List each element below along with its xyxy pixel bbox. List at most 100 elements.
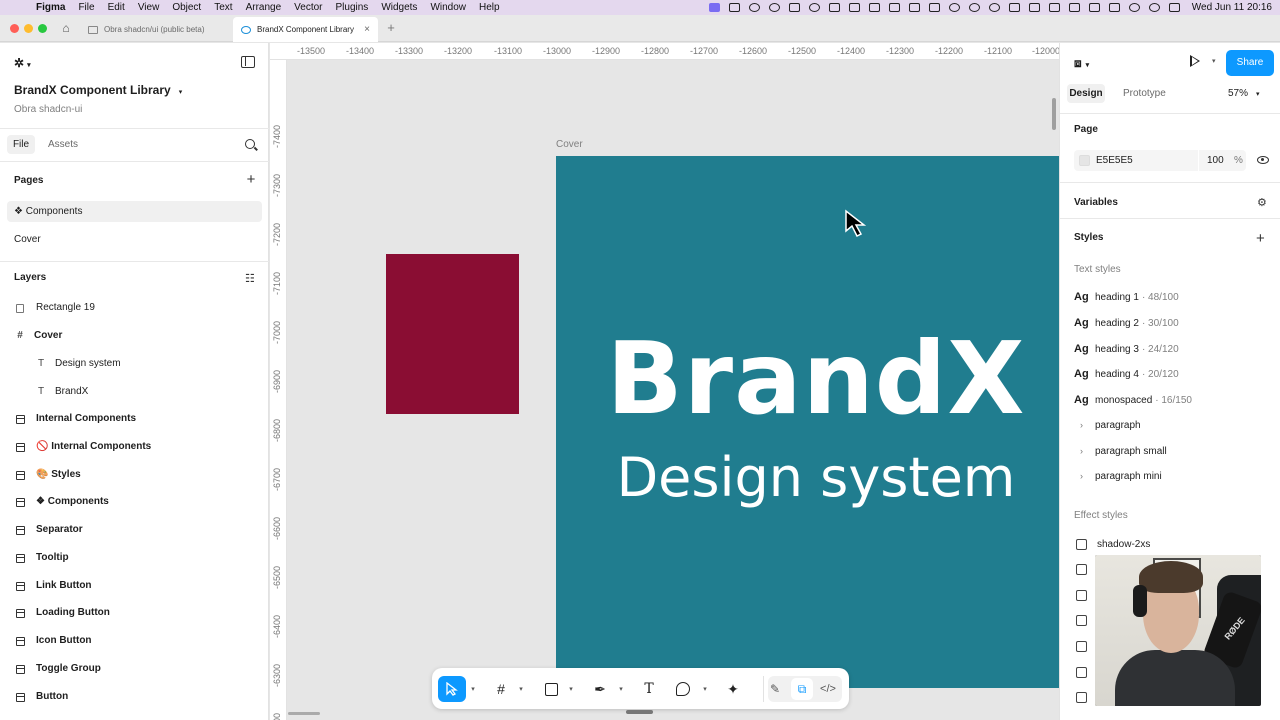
drive-icon[interactable] [828, 3, 840, 12]
zoom-dropdown[interactable]: 57% ▾ [1228, 88, 1260, 99]
shape-tool-button[interactable] [540, 676, 562, 702]
weather-icon[interactable] [948, 3, 960, 12]
pen-tool-button[interactable]: ✒ [589, 676, 611, 702]
layer-cover[interactable]: # Cover [14, 326, 62, 346]
page-color-hex-input[interactable] [1096, 150, 1196, 171]
tab-file[interactable]: File [7, 135, 35, 154]
menu-plugins[interactable]: Plugins [336, 2, 369, 13]
style-group-paragraph-mini[interactable]: › paragraph mini [1080, 467, 1162, 485]
frame-label-cover[interactable]: Cover [556, 139, 583, 150]
figma-status-icon[interactable] [728, 3, 740, 12]
move-tool-button[interactable] [438, 676, 466, 702]
frame-tool-button[interactable]: # [490, 676, 512, 702]
shape-tool-menu[interactable]: ▾ [566, 676, 576, 702]
screen-record-icon[interactable] [708, 3, 720, 12]
home-icon[interactable]: ⌂ [58, 20, 74, 36]
control-icon[interactable] [1008, 3, 1020, 12]
layer-internal-components-hidden[interactable]: 🚫 Internal Components [14, 437, 151, 457]
minimize-window-button[interactable] [24, 24, 33, 33]
effect-style-icon[interactable] [1076, 641, 1087, 652]
tab-brandx-library[interactable]: BrandX Component Library × [233, 17, 378, 42]
main-menu-button[interactable]: ✲ ▾ [14, 56, 31, 70]
search-icon[interactable] [245, 139, 255, 149]
design-canvas[interactable]: -13500 -13400 -13300 -13200 -13100 -1300… [270, 43, 1059, 720]
layer-toggle-group[interactable]: Toggle Group [14, 659, 101, 679]
new-tab-button[interactable]: + [384, 21, 398, 35]
control-center-icon[interactable] [1168, 3, 1180, 12]
page-opacity-value[interactable]: 100 [1207, 155, 1224, 166]
dev-mode-button[interactable]: </> [817, 676, 839, 702]
menu-arrange[interactable]: Arrange [246, 2, 282, 13]
audio-icon[interactable] [928, 3, 940, 12]
rectangle-19-shape[interactable] [386, 254, 519, 414]
brandx-title-text[interactable]: BrandX [556, 324, 1059, 434]
style-group-paragraph-small[interactable]: › paragraph small [1080, 442, 1167, 460]
effect-style-icon[interactable] [1076, 615, 1087, 626]
play-status-icon[interactable] [988, 3, 1000, 12]
add-style-icon[interactable]: + [1256, 230, 1265, 247]
menu-help[interactable]: Help [479, 2, 500, 13]
spotlight-search-icon[interactable] [1148, 3, 1160, 12]
text-style-heading-3[interactable]: Ag heading 3 · 24/120 [1074, 340, 1179, 358]
crop-icon[interactable] [1028, 3, 1040, 12]
layer-internal-components[interactable]: Internal Components [14, 409, 136, 429]
effect-style-shadow-2xs[interactable]: shadow-2xs [1076, 535, 1150, 553]
team-name[interactable]: Obra shadcn-ui [14, 104, 82, 115]
menu-edit[interactable]: Edit [108, 2, 125, 13]
tab-obra-shadcn[interactable]: Obra shadcn/ui (public beta) [80, 17, 232, 42]
effect-style-icon[interactable] [1076, 564, 1087, 575]
menu-text[interactable]: Text [214, 2, 232, 13]
wifi-icon[interactable] [1128, 3, 1140, 12]
display-icon[interactable] [888, 3, 900, 12]
comment-tool-menu[interactable]: ▾ [700, 676, 710, 702]
layer-tooltip[interactable]: Tooltip [14, 548, 69, 568]
layer-rectangle-19[interactable]: Rectangle 19 [14, 298, 95, 318]
share-button[interactable]: Share [1226, 50, 1274, 76]
eye-icon[interactable] [1257, 156, 1269, 164]
frame-tool-menu[interactable]: ▾ [516, 676, 526, 702]
text-style-heading-1[interactable]: Ag heading 1 · 48/100 [1074, 288, 1179, 306]
cloud-app-icon[interactable] [968, 3, 980, 12]
page-item-components[interactable]: ❖ Components [7, 201, 262, 222]
page-item-cover[interactable]: Cover [7, 229, 262, 250]
tab-design[interactable]: Design [1067, 84, 1105, 103]
sidebar-toggle-icon[interactable] [241, 56, 255, 68]
camera-icon[interactable] [868, 3, 880, 12]
text-tool-button[interactable]: T [638, 676, 660, 702]
bluetooth-icon[interactable] [1088, 3, 1100, 12]
app-menu[interactable]: Figma [36, 2, 65, 13]
ai-tool-button[interactable]: ✦ [722, 676, 744, 702]
menu-widgets[interactable]: Widgets [381, 2, 417, 13]
effect-style-icon[interactable] [1076, 667, 1087, 678]
text-style-monospaced[interactable]: Ag monospaced · 16/150 [1074, 391, 1192, 409]
menu-vector[interactable]: Vector [294, 2, 322, 13]
stripe-icon[interactable] [788, 3, 800, 12]
keyboard-icon[interactable] [1108, 3, 1120, 12]
text-style-heading-2[interactable]: Ag heading 2 · 30/100 [1074, 314, 1179, 332]
close-window-button[interactable] [10, 24, 19, 33]
page-color-swatch[interactable] [1079, 155, 1090, 166]
comment-tool-button[interactable] [672, 676, 694, 702]
layer-brandx[interactable]: T BrandX [35, 382, 88, 402]
effect-style-icon[interactable] [1076, 590, 1087, 601]
layer-components[interactable]: ❖ Components [14, 492, 109, 512]
vertical-scrollbar[interactable] [1052, 98, 1056, 130]
layer-styles[interactable]: 🎨 Styles [14, 465, 81, 485]
add-page-icon[interactable]: + [244, 172, 258, 187]
close-icon[interactable]: × [364, 24, 370, 35]
file-title[interactable]: BrandX Component Library ▾ [14, 83, 182, 97]
menu-object[interactable]: Object [172, 2, 201, 13]
design-mode-button[interactable]: ⧉ [791, 678, 813, 700]
screen-share-icon[interactable] [908, 3, 920, 12]
variables-settings-icon[interactable]: ⚙ [1257, 196, 1267, 209]
layers-status-icon[interactable] [848, 3, 860, 12]
layer-button[interactable]: Button [14, 687, 68, 707]
tab-assets[interactable]: Assets [48, 139, 78, 150]
move-tool-menu[interactable]: ▾ [468, 676, 478, 702]
layer-icon-button[interactable]: Icon Button [14, 631, 92, 651]
collapse-layers-icon[interactable]: ☷ [245, 272, 255, 285]
layer-design-system[interactable]: T Design system [35, 354, 121, 374]
zoom-window-button[interactable] [38, 24, 47, 33]
layer-loading-button[interactable]: Loading Button [14, 603, 110, 623]
horizontal-scrollbar[interactable] [288, 712, 320, 715]
